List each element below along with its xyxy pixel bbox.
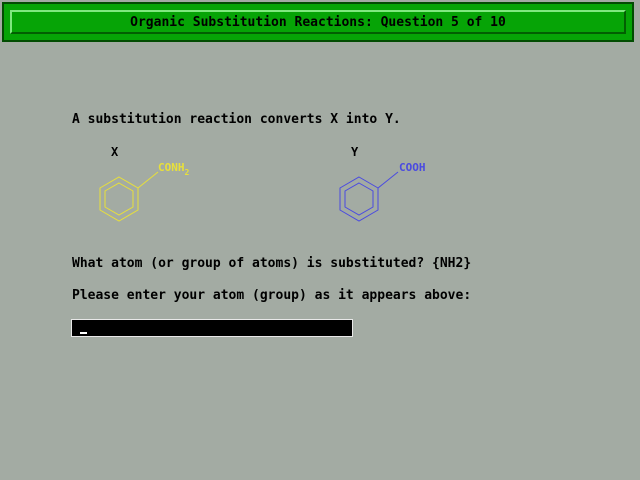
title-bar: Organic Substitution Reactions: Question… bbox=[2, 2, 634, 42]
benzene-ring-y bbox=[339, 171, 399, 222]
molecule-x-structure: CONH2 bbox=[99, 161, 190, 222]
question-text: What atom (or group of atoms) is substit… bbox=[72, 256, 472, 271]
reaction-prompt: A substitution reaction converts X into … bbox=[72, 112, 401, 127]
instruction-text: Please enter your atom (group) as it app… bbox=[72, 288, 472, 303]
molecule-x-group: CONH2 bbox=[158, 161, 190, 177]
title-bar-inner: Organic Substitution Reactions: Question… bbox=[10, 10, 626, 34]
molecule-y-group: COOH bbox=[399, 161, 426, 174]
answer-input[interactable] bbox=[71, 319, 353, 337]
benzene-ring-x bbox=[99, 171, 159, 222]
molecule-y-structure: COOH bbox=[339, 161, 426, 222]
page-title: Organic Substitution Reactions: Question… bbox=[130, 14, 506, 30]
text-cursor bbox=[80, 332, 87, 334]
